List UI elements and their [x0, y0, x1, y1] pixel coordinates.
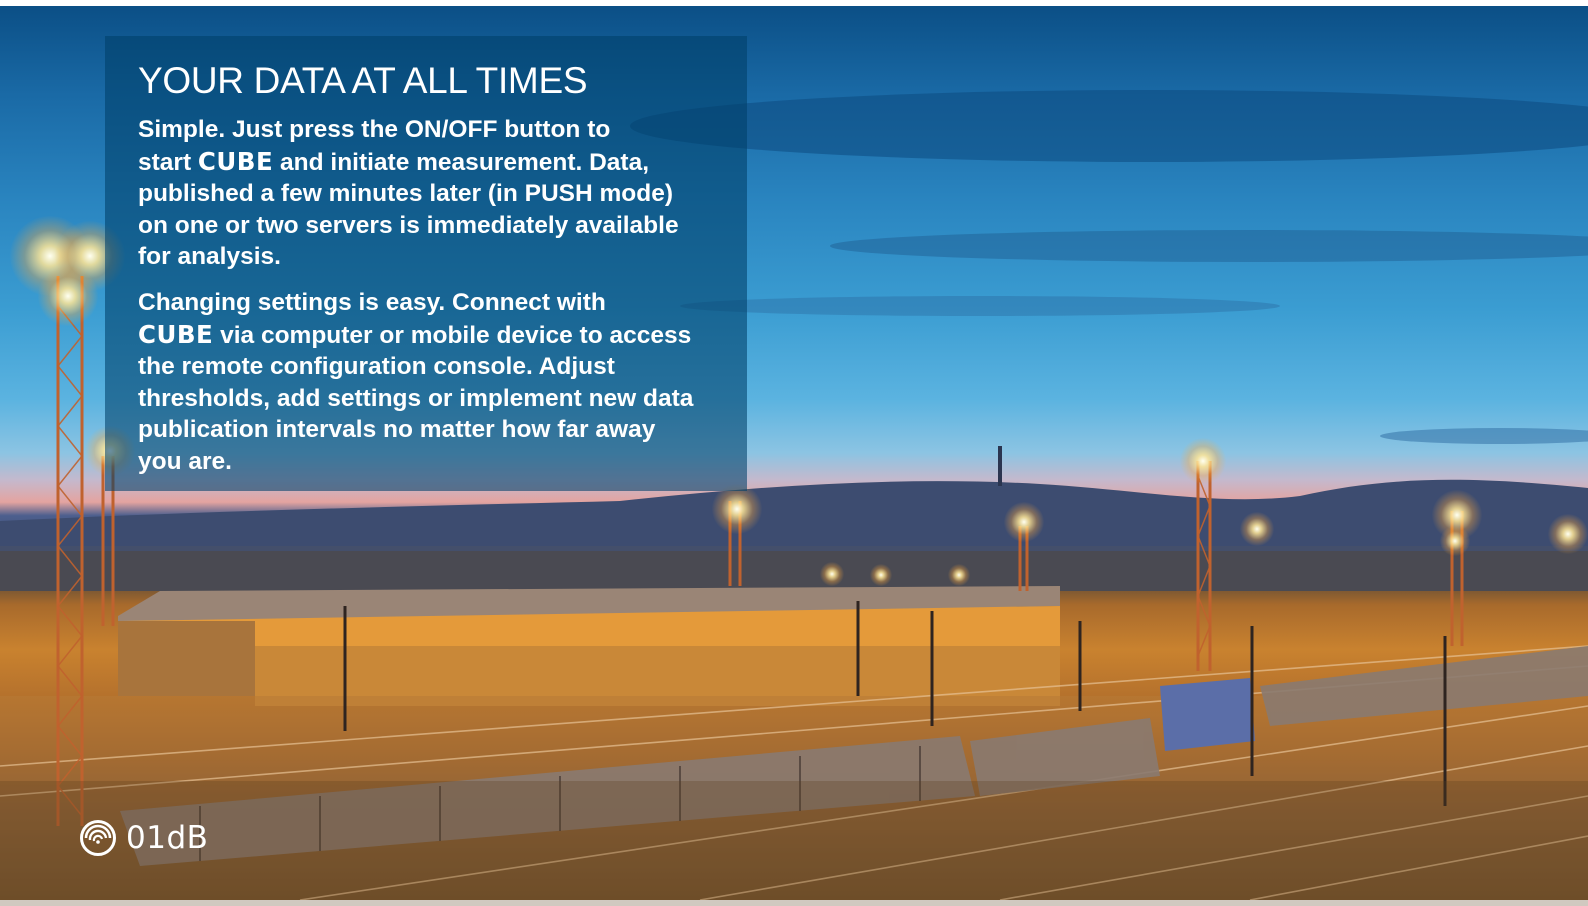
info-panel: YOUR DATA AT ALL TIMES Simple. Just pres… [105, 36, 747, 491]
floodlight-glow [820, 562, 844, 586]
logo-wordmark: 01dB [126, 820, 209, 856]
paragraph-text: Changing settings is easy. Connect with [138, 288, 606, 316]
paragraph-settings: Changing settings is easy. Connect with … [138, 287, 737, 478]
floodlight-glow [1548, 514, 1588, 554]
floodlight-glow [1180, 438, 1226, 484]
company-logo: 01dB [80, 819, 208, 857]
floodlight-glow [1440, 526, 1470, 556]
brand-name: CUBE [138, 319, 214, 349]
floodlight-glow [38, 266, 98, 326]
paragraph-measurement: Simple. Just press the ON/OFF button to … [138, 114, 737, 273]
floodlight-glow [1240, 512, 1274, 546]
floodlight-glow [948, 564, 970, 586]
panel-heading: YOUR DATA AT ALL TIMES [138, 60, 588, 101]
paragraph-text: via computer or mobile device to access … [138, 321, 694, 475]
floodlight-glow [870, 564, 892, 586]
brand-name: CUBE [197, 146, 274, 176]
01db-spiral-logo-icon [80, 820, 116, 856]
floodlight-glow [712, 484, 762, 534]
floodlight-glow [1004, 502, 1044, 542]
footer-band [0, 781, 1588, 906]
